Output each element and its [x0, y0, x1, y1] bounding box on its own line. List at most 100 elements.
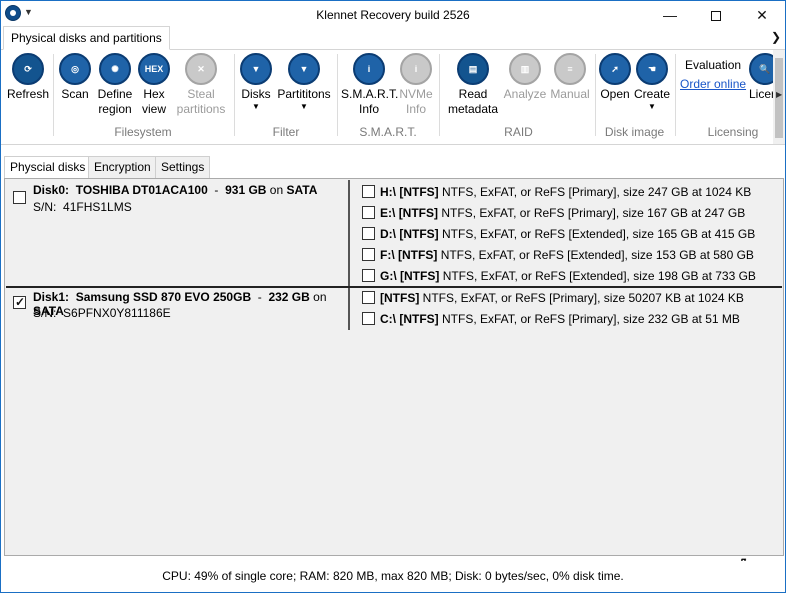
steal-label: Steal	[187, 87, 215, 101]
tab-settings[interactable]: Settings	[155, 156, 211, 178]
ribbon-scrollbar[interactable]: ▶	[773, 50, 785, 144]
smart-info-icon: i	[353, 53, 385, 85]
disk-row: Disk0: TOSHIBA DT01ACA100 - 931 GB on SA…	[6, 180, 782, 286]
separator	[53, 54, 54, 136]
status-bar: CPU: 49% of single core; RAM: 820 MB, ma…	[1, 561, 785, 592]
read-label: Read	[458, 87, 488, 101]
disks-filter-button[interactable]: ▼ Disks ▼	[239, 53, 273, 111]
hex-label: Hex	[143, 87, 165, 101]
scan-button[interactable]: ◎ Scan	[57, 53, 93, 102]
refresh-icon: ⟳	[12, 53, 44, 85]
partition-item: C:\ [NTFS] NTFS, ExFAT, or ReFS [Primary…	[380, 312, 740, 326]
disk-row: Disk1: Samsung SSD 870 EVO 250GB - 232 G…	[6, 288, 782, 330]
disk0-serial: S/N: 41FHS1LMS	[33, 200, 132, 214]
minimize-button[interactable]: —	[647, 1, 693, 29]
tab-encryption[interactable]: Encryption	[88, 156, 157, 178]
order-online-link[interactable]: Order online	[680, 77, 746, 91]
nvme-info-button[interactable]: i NVMe Info	[397, 53, 435, 117]
tab-physical-disks[interactable]: Physcial disks	[4, 156, 92, 179]
partition-checkbox[interactable]	[362, 206, 375, 219]
partitions-filter-button[interactable]: ▼ Partititons ▼	[275, 53, 333, 111]
partition-item: [NTFS] NTFS, ExFAT, or ReFS [Primary], s…	[380, 291, 744, 305]
evaluation-label: Evaluation	[685, 58, 742, 72]
partition-checkbox[interactable]	[362, 269, 375, 282]
define-region-icon: ✺	[99, 53, 131, 85]
dropdown-arrow-icon: ▼	[252, 102, 260, 111]
content-tabs: Physcial disks Encryption Settings	[1, 156, 785, 179]
dropdown-arrow-icon: ▼	[300, 102, 308, 111]
manual-label: Manual	[550, 87, 590, 101]
partition-item: D:\ [NTFS] NTFS, ExFAT, or ReFS [Extende…	[380, 227, 756, 241]
partition-item: E:\ [NTFS] NTFS, ExFAT, or ReFS [Primary…	[380, 206, 746, 220]
manual-button[interactable]: ≡ Manual	[548, 53, 592, 102]
close-button[interactable]: ✕	[739, 1, 785, 29]
group-label-disk-image: Disk image	[604, 125, 665, 139]
smart-label: S.M.A.R.T.	[341, 87, 399, 101]
refresh-label: Refresh	[7, 87, 50, 101]
disks-label: Disks	[241, 87, 271, 101]
create-image-icon: ☚	[636, 53, 668, 85]
nvme-info-icon: i	[400, 53, 432, 85]
title-bar: ▼ Klennet Recovery build 2526 — ✕	[1, 1, 785, 29]
disk-list-panel: Disk0: TOSHIBA DT01ACA100 - 931 GB on SA…	[4, 178, 784, 556]
smart-info-label: Info	[358, 102, 379, 116]
partitions-label: partitions	[176, 102, 226, 116]
metadata-label: metadata	[447, 102, 499, 116]
scroll-right-arrow-icon[interactable]: ▶	[776, 90, 782, 99]
dropdown-arrow-icon: ▼	[648, 102, 656, 111]
funnel-icon: ▼	[288, 53, 320, 85]
separator	[234, 54, 235, 136]
book-icon: ▤	[457, 53, 489, 85]
licence-button[interactable]: 🔍 Licer	[749, 53, 773, 102]
separator	[595, 54, 596, 136]
disk-info-cell: Disk0: TOSHIBA DT01ACA100 - 931 GB on SA…	[6, 180, 350, 286]
analyze-icon: ▥	[509, 53, 541, 85]
partition-checkbox[interactable]	[362, 291, 375, 304]
ribbon-tab-physical-disks[interactable]: Physical disks and partitions	[3, 26, 170, 50]
disk0-title: Disk0: TOSHIBA DT01ACA100 - 931 GB on SA…	[33, 183, 318, 197]
hex-icon: HEX	[138, 53, 170, 85]
create-image-button[interactable]: ☚ Create ▼	[633, 53, 671, 111]
smart-info-button[interactable]: i S.M.A.R.T. Info	[341, 53, 399, 117]
ribbon-collapse-chevron-icon[interactable]: ❯	[771, 30, 781, 44]
licence-icon: 🔍	[749, 53, 773, 85]
define-label: Define	[97, 87, 133, 101]
group-label-raid: RAID	[504, 125, 533, 139]
group-label-filesystem: Filesystem	[114, 125, 172, 139]
analyze-button[interactable]: ▥ Analyze	[503, 53, 547, 102]
group-label-filter: Filter	[272, 125, 300, 139]
ribbon: ⟳ Refresh ◎ Scan ✺ Define region HEX Hex…	[1, 50, 785, 145]
open-image-button[interactable]: ➚ Open	[598, 53, 632, 102]
nvme-info-label: Info	[405, 102, 426, 116]
create-label: Create	[633, 87, 671, 101]
separator	[439, 54, 440, 136]
scan-label: Scan	[61, 87, 89, 101]
nvme-label: NVMe	[399, 87, 433, 101]
partition-item: G:\ [NTFS] NTFS, ExFAT, or ReFS [Extende…	[380, 269, 756, 283]
steal-partitions-button[interactable]: ✕ Steal partitions	[173, 53, 229, 117]
open-label: Open	[600, 87, 630, 101]
open-image-icon: ➚	[599, 53, 631, 85]
disk0-checkbox[interactable]	[13, 191, 26, 204]
partition-checkbox[interactable]	[362, 248, 375, 261]
hex-view-button[interactable]: HEX Hex view	[137, 53, 171, 117]
partition-item: H:\ [NTFS] NTFS, ExFAT, or ReFS [Primary…	[380, 185, 752, 199]
partition-checkbox[interactable]	[362, 312, 375, 325]
partitions-filter-label: Partititons	[277, 87, 331, 101]
app-window: ▼ Klennet Recovery build 2526 — ✕ Physic…	[0, 0, 786, 593]
disk-info-cell: Disk1: Samsung SSD 870 EVO 250GB - 232 G…	[6, 288, 350, 330]
disk1-serial: S/N: S6PFNX0Y811186E	[33, 306, 171, 320]
group-label-smart: S.M.A.R.T.	[359, 125, 417, 139]
view-label: view	[141, 102, 166, 116]
steal-partitions-icon: ✕	[185, 53, 217, 85]
partition-checkbox[interactable]	[362, 185, 375, 198]
analyze-label: Analyze	[503, 87, 547, 101]
partition-item: F:\ [NTFS] NTFS, ExFAT, or ReFS [Extende…	[380, 248, 754, 262]
define-region-button[interactable]: ✺ Define region	[95, 53, 135, 117]
maximize-button[interactable]	[693, 1, 739, 29]
disk1-checkbox[interactable]	[13, 295, 26, 309]
refresh-button[interactable]: ⟳ Refresh	[7, 53, 49, 102]
read-metadata-button[interactable]: ▤ Read metadata	[445, 53, 501, 117]
scan-icon: ◎	[59, 53, 91, 85]
partition-checkbox[interactable]	[362, 227, 375, 240]
